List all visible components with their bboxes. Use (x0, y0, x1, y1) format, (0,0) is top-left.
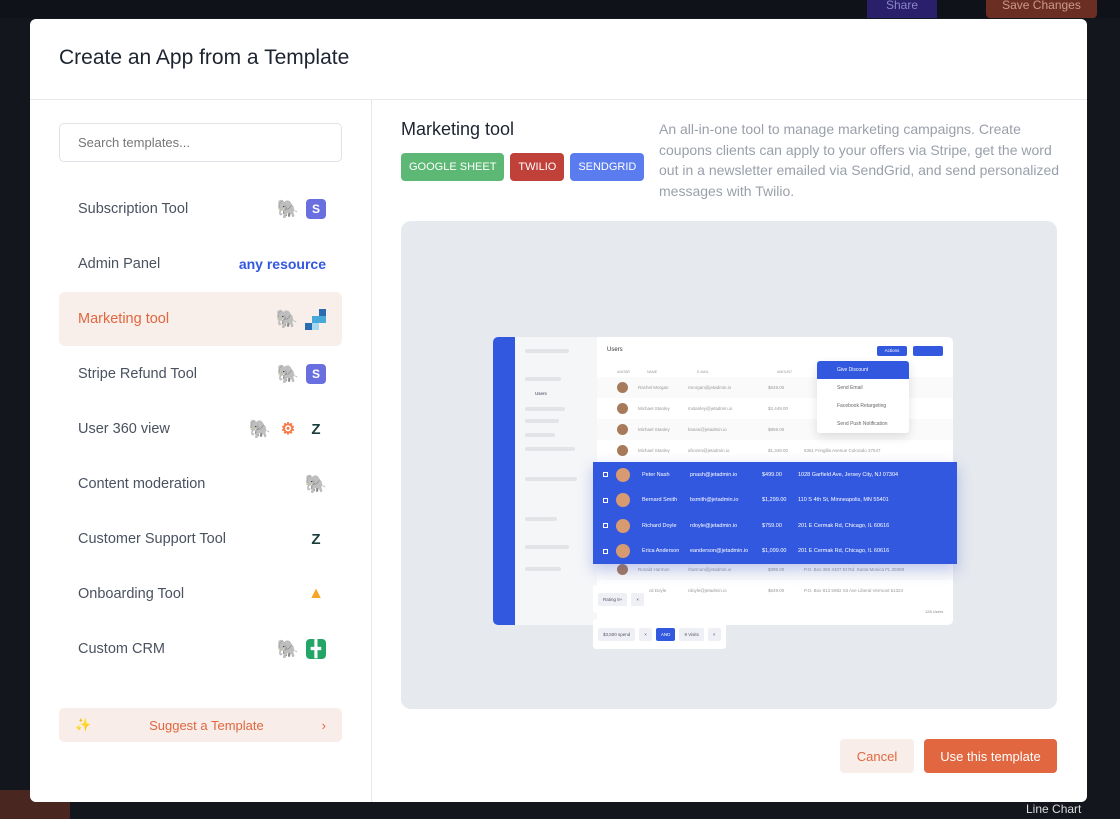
modal-title: Create an App from a Template (59, 46, 350, 69)
template-item[interactable]: Stripe Refund Tool 🐘 S (59, 347, 342, 401)
magic-wand-icon: ✨ (75, 717, 92, 732)
template-label: Customer Support Tool (78, 531, 227, 547)
divider (30, 99, 1087, 100)
mock-table-row: Richard Doyle rdoyle@jetadmin.io $649.00 P.… (597, 580, 953, 601)
postgresql-icon: 🐘 (304, 473, 328, 494)
mock-table-row: Michael Stanley afrozen@jetadmin.io $1,349… (597, 440, 953, 461)
template-item[interactable]: Custom CRM 🐘 ╋ (59, 622, 342, 676)
segment-icon (305, 308, 326, 330)
template-item[interactable]: Customer Support Tool Z (59, 512, 342, 566)
google-sheets-icon: ╋ (306, 639, 326, 659)
use-template-button[interactable]: Use this template (924, 739, 1057, 773)
stripe-icon: S (306, 364, 326, 384)
template-modal: Create an App from a Template Subscripti… (30, 19, 1087, 802)
resource-tag: SENDGRID (570, 153, 645, 181)
menu-item: Send Push Notification (837, 421, 888, 427)
any-resource-label: any resource (238, 256, 326, 272)
suggest-label: Suggest a Template (149, 717, 264, 733)
selected-row: Peter Nash pnash@jetadmin.io $499.00 1028 G… (593, 462, 957, 488)
template-item[interactable]: Content moderation 🐘 (59, 457, 342, 511)
line-chart-component: Line Chart (1026, 802, 1082, 816)
template-item[interactable]: Subscription Tool 🐘 S (59, 182, 342, 236)
zendesk-icon: Z (311, 530, 321, 548)
actions-menu: Give Discount Send Email Facebook Retarget… (817, 361, 909, 433)
menu-item: Send Email (837, 385, 863, 391)
menu-item: Give Discount (817, 361, 909, 379)
postgresql-icon: 🐘 (276, 363, 300, 384)
template-item[interactable]: User 360 view 🐘 ⚙ Z (59, 402, 342, 456)
mock-sidebar (493, 337, 515, 625)
postgresql-icon: 🐘 (248, 418, 272, 439)
template-item[interactable]: Admin Panel any resource (59, 237, 342, 291)
template-label: User 360 view (78, 421, 170, 437)
selected-rows: Peter Nash pnash@jetadmin.io $499.00 1028 G… (593, 462, 957, 564)
template-label: Custom CRM (78, 641, 166, 657)
template-label: Stripe Refund Tool (78, 366, 198, 382)
app-topbar (0, 0, 1120, 18)
preview-app-mock: Users Users Actions AVATAR NAME E-MAIL AMOU… (493, 337, 957, 649)
resource-tag: GOOGLE SHEET (401, 153, 505, 181)
selected-row: Richard Doyle rdoyle@jetadmin.io $759.00 20… (593, 513, 957, 539)
filter-bar: $3,500 spend × AND 9 Visits × (593, 619, 726, 649)
template-item[interactable]: Marketing tool 🐘 (59, 292, 342, 346)
search-templates-input[interactable] (59, 123, 342, 162)
template-description: An all-in-one tool to manage marketing c… (659, 121, 1060, 199)
template-label: Marketing tool (78, 311, 170, 327)
save-changes-button[interactable]: Save Changes (986, 0, 1097, 18)
template-label: Admin Panel (78, 256, 161, 272)
mock-page-title: Users (607, 347, 623, 353)
share-button[interactable]: Share (867, 0, 937, 18)
mock-nav: Users (515, 337, 597, 625)
chevron-right-icon: › (321, 717, 326, 733)
postgresql-icon: 🐘 (275, 308, 299, 329)
postgresql-icon: 🐘 (276, 198, 300, 219)
filter-chip: Rating 8+ × (593, 585, 650, 613)
selected-row: Erica Anderson eanderson@jetadmin.io $1,09… (593, 539, 957, 565)
postgresql-icon: 🐘 (276, 638, 300, 659)
menu-item: Facebook Retargeting (837, 403, 887, 409)
template-label: Subscription Tool (78, 201, 189, 217)
selected-row: Bernard Smith bsmith@jetadmin.io $1,299.00… (593, 488, 957, 514)
hubspot-icon: ⚙ (280, 421, 296, 438)
firebase-icon: ▲ (308, 585, 324, 602)
tag-list: GOOGLE SHEET TWILIO SENDGRID (401, 153, 645, 181)
stripe-icon: S (306, 199, 326, 219)
template-title: Marketing tool (401, 119, 515, 139)
suggest-template-button[interactable]: ✨ Suggest a Template › (59, 708, 342, 742)
zendesk-icon: Z (311, 420, 321, 438)
template-label: Onboarding Tool (78, 586, 185, 602)
cancel-button[interactable]: Cancel (840, 739, 914, 773)
template-preview: Users Users Actions AVATAR NAME E-MAIL AMOU… (401, 221, 1057, 709)
divider (371, 100, 372, 802)
template-label: Content moderation (78, 476, 206, 492)
template-item[interactable]: Onboarding Tool ▲ (59, 567, 342, 621)
resource-tag: TWILIO (510, 153, 565, 181)
